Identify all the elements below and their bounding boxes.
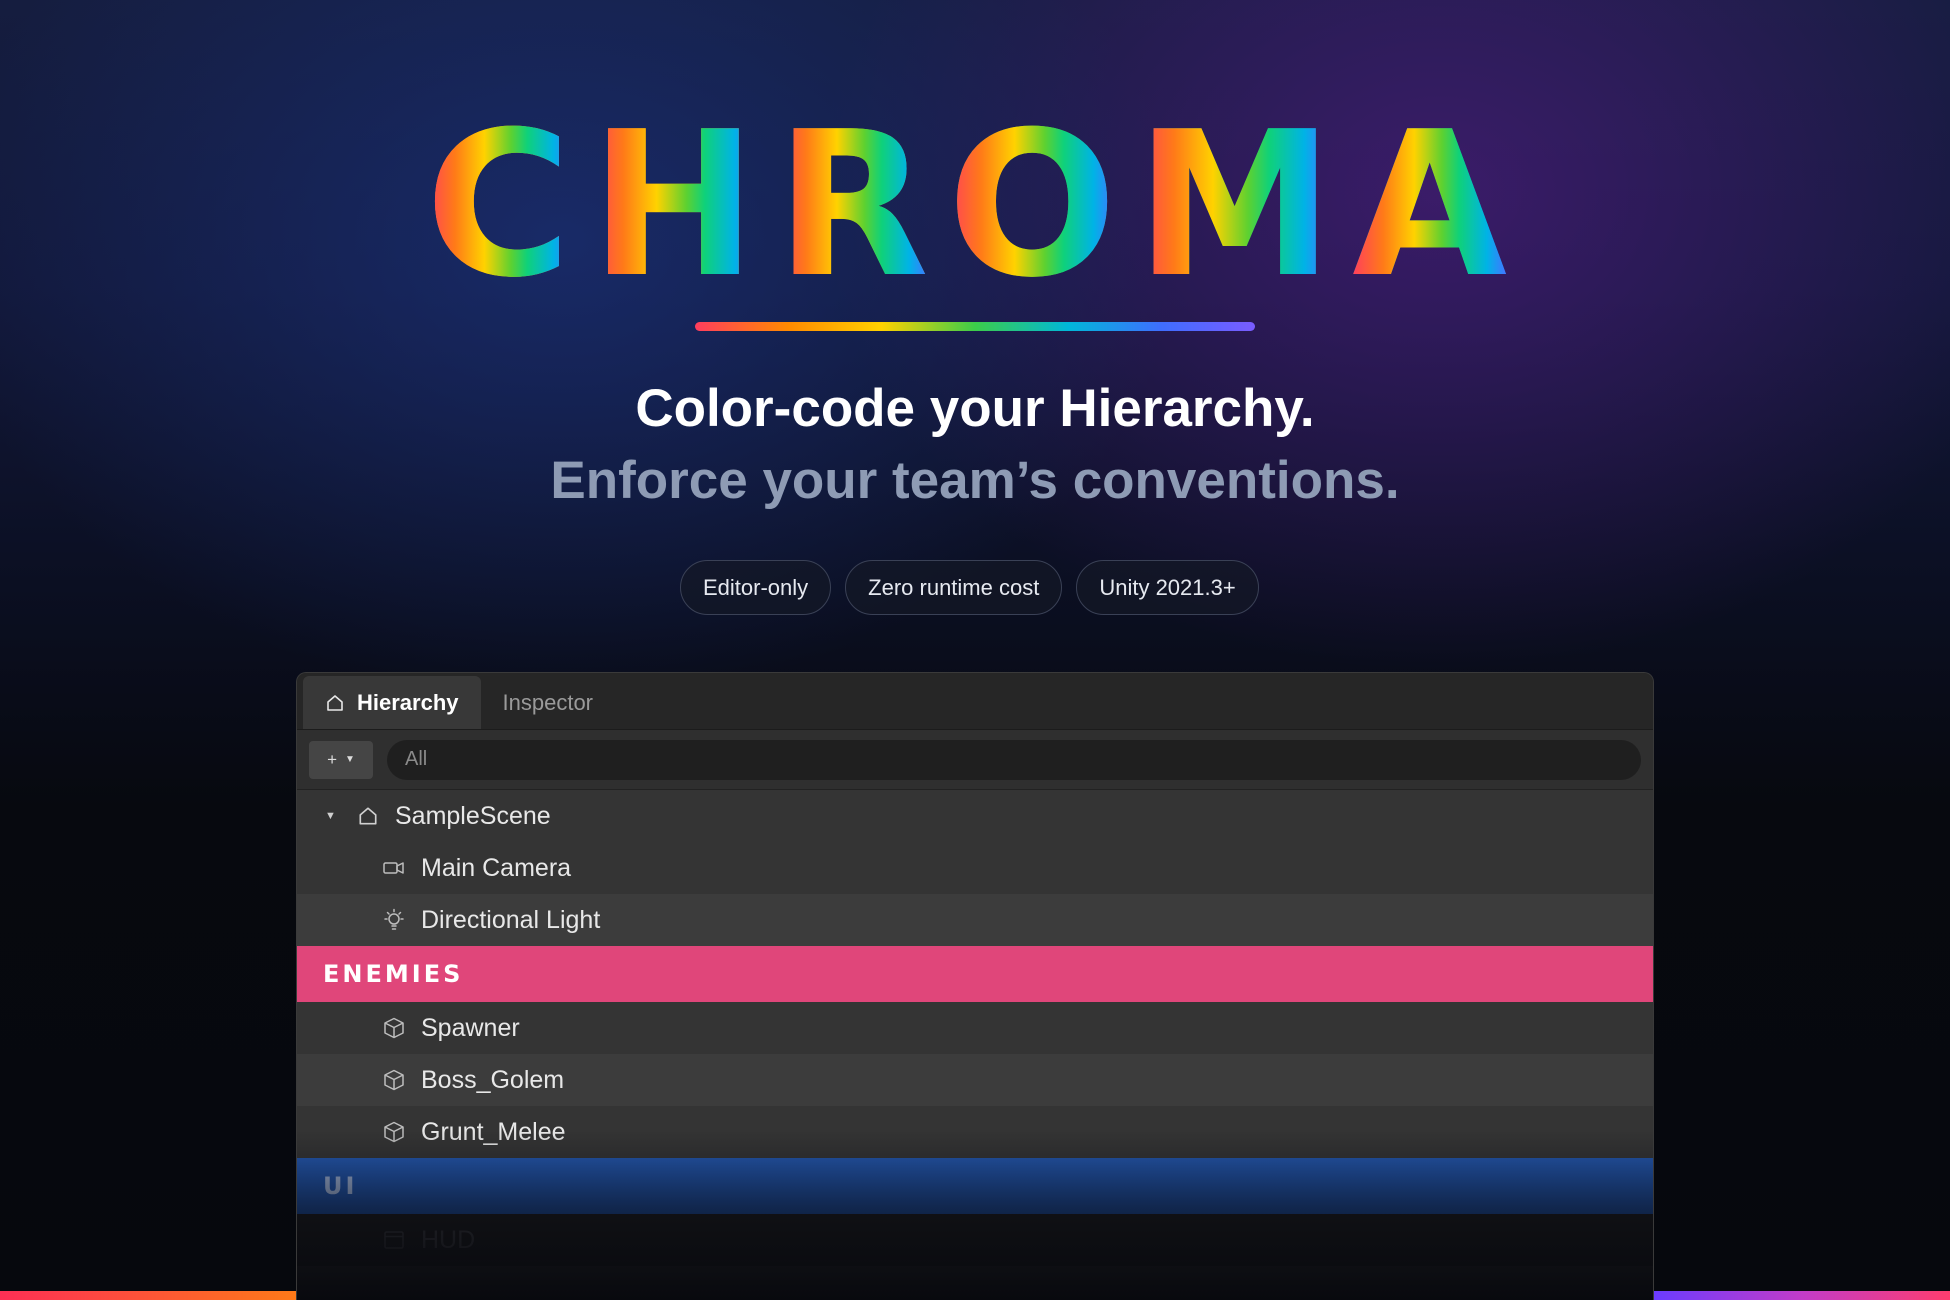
- hierarchy-toolbar: + ▼ All: [297, 730, 1653, 790]
- tab-inspector[interactable]: Inspector: [481, 676, 616, 729]
- cube-icon: [381, 1067, 407, 1093]
- group-header-ui[interactable]: UI: [297, 1158, 1653, 1214]
- logo-letter: M: [1135, 89, 1353, 322]
- group-header-label: UI: [323, 1172, 358, 1200]
- list-item-label: Main Camera: [421, 853, 572, 882]
- badge-unity-version: Unity 2021.3+: [1076, 560, 1259, 615]
- hierarchy-tree: ▼ SampleScene Main Camera Directional Li…: [297, 790, 1653, 1266]
- scene-row[interactable]: ▼ SampleScene: [297, 790, 1653, 842]
- cube-icon: [381, 1015, 407, 1041]
- feature-badges: Editor-only Zero runtime cost Unity 2021…: [680, 560, 1259, 615]
- hierarchy-window: Hierarchy Inspector + ▼ All ▼ SampleScen…: [296, 672, 1654, 1300]
- logo-letter: R: [775, 89, 948, 322]
- light-bulb-icon: [381, 907, 407, 933]
- list-item[interactable]: Boss_Golem: [297, 1054, 1653, 1106]
- scene-label: SampleScene: [395, 801, 551, 830]
- list-item[interactable]: Directional Light: [297, 894, 1653, 946]
- logo-letter: C: [424, 89, 590, 322]
- tab-hierarchy-label: Hierarchy: [357, 689, 459, 715]
- list-item[interactable]: Main Camera: [297, 842, 1653, 894]
- search-placeholder: All: [405, 748, 428, 770]
- logo-letter: H: [589, 89, 776, 322]
- badge-zero-runtime-cost: Zero runtime cost: [845, 560, 1063, 615]
- home-icon: [325, 693, 345, 713]
- list-item[interactable]: Spawner: [297, 1002, 1653, 1054]
- list-item-label: Grunt_Melee: [421, 1117, 566, 1146]
- group-header-label: ENEMIES: [323, 960, 464, 988]
- rainbow-edge-right: [1654, 1291, 1950, 1300]
- list-item-label: Boss_Golem: [421, 1065, 565, 1094]
- tab-inspector-label: Inspector: [502, 689, 594, 715]
- tab-bar: Hierarchy Inspector: [297, 673, 1653, 730]
- tab-hierarchy[interactable]: Hierarchy: [303, 676, 481, 729]
- cube-icon: [381, 1119, 407, 1145]
- rainbow-edge-left: [0, 1291, 296, 1300]
- list-item[interactable]: Grunt_Melee: [297, 1106, 1653, 1158]
- list-item-label: Directional Light: [421, 905, 601, 934]
- rainbow-underline: [695, 322, 1255, 331]
- add-object-button[interactable]: + ▼: [309, 740, 373, 779]
- chroma-logo: CHROMA: [0, 106, 1950, 306]
- group-header-enemies[interactable]: ENEMIES: [297, 946, 1653, 1002]
- window-icon: [381, 1227, 407, 1253]
- list-item[interactable]: HUD: [297, 1214, 1653, 1266]
- tagline-primary: Color-code your Hierarchy.: [635, 379, 1315, 438]
- list-item-label: HUD: [421, 1225, 476, 1254]
- chevron-down-icon: ▼: [345, 754, 355, 765]
- list-item-label: Spawner: [421, 1013, 520, 1042]
- badge-editor-only: Editor-only: [680, 560, 832, 615]
- search-input[interactable]: All: [387, 739, 1641, 780]
- camera-icon: [381, 855, 407, 881]
- expand-arrow-icon[interactable]: ▼: [325, 810, 341, 822]
- logo-letter: A: [1352, 89, 1526, 322]
- logo-letter: O: [947, 89, 1136, 322]
- home-icon: [355, 803, 381, 829]
- tagline-secondary: Enforce your team’s conventions.: [550, 451, 1400, 510]
- add-label: +: [327, 749, 338, 769]
